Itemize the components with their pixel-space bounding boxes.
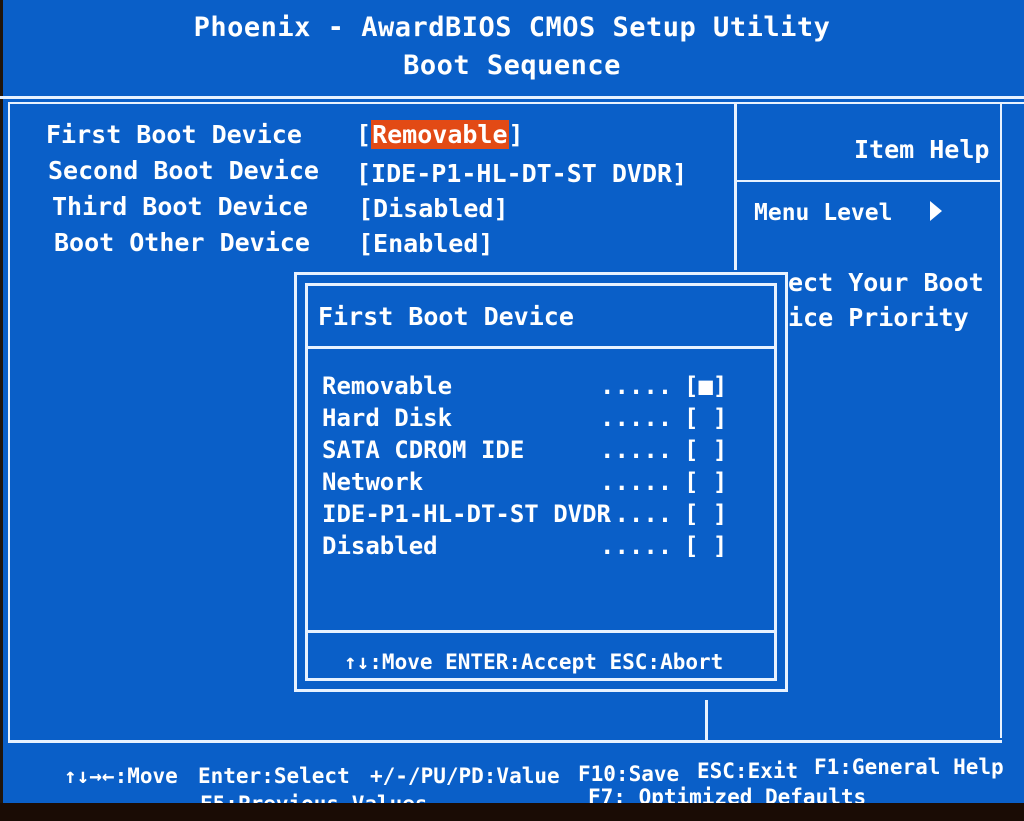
popup-title-divider <box>308 346 774 349</box>
option-sata-cdrom-ide[interactable]: SATA CDROM IDE <box>322 436 524 464</box>
help-text-line-1: ect Your Boot <box>788 268 984 297</box>
option-checkbox[interactable]: [ ] <box>684 468 727 496</box>
option-dots: ..... <box>600 468 673 496</box>
option-dots: ..... <box>600 372 673 400</box>
menu-item-third-boot-device[interactable]: Third Boot Device <box>52 192 308 221</box>
option-checkbox[interactable]: [ ] <box>684 500 727 528</box>
selected-value-highlight[interactable]: Removable <box>371 120 509 149</box>
option-dots: ..... <box>600 404 673 432</box>
page-title: Boot Sequence <box>403 50 621 81</box>
frame-bottom <box>8 740 1002 743</box>
footer-move-hint: ↑↓→←:Move <box>64 764 178 788</box>
footer-exit-hint: ESC:Exit <box>697 759 799 783</box>
footer-help-hint: F1:General Help <box>814 755 1004 779</box>
menu-item-first-boot-device[interactable]: First Boot Device <box>46 120 302 149</box>
footer-select-hint: Enter:Select <box>198 764 350 788</box>
help-divider-top <box>734 104 737 270</box>
popup-title: First Boot Device <box>318 302 574 331</box>
first-boot-device-popup: First Boot Device Removable ..... [■] Ha… <box>294 272 788 692</box>
footer-value-hint: +/-/PU/PD:Value <box>370 764 560 788</box>
frame-top <box>8 102 1024 104</box>
triangle-right-icon <box>930 201 943 221</box>
boot-other-device-value[interactable]: [Enabled] <box>358 229 493 258</box>
footer-save-hint: F10:Save <box>578 762 680 786</box>
option-hard-disk[interactable]: Hard Disk <box>322 404 452 432</box>
option-checkbox[interactable]: [■] <box>684 372 727 400</box>
help-divider-bottom <box>705 700 708 740</box>
third-boot-device-value[interactable]: [Disabled] <box>358 194 509 223</box>
option-network[interactable]: Network <box>322 468 423 496</box>
bios-title: Phoenix - AwardBIOS CMOS Setup Utility <box>193 12 831 43</box>
option-dots: ..... <box>600 436 673 464</box>
frame-right <box>1000 102 1002 738</box>
header-divider <box>0 96 1024 99</box>
option-dots: ..... <box>600 532 673 560</box>
popup-inner-frame: First Boot Device Removable ..... [■] Ha… <box>305 283 777 681</box>
option-disabled[interactable]: Disabled <box>322 532 438 560</box>
help-header-divider <box>737 180 1001 182</box>
menu-level-label: Menu Level <box>754 200 893 226</box>
menu-level: Menu Level <box>754 200 943 226</box>
option-dots: ..... <box>600 500 673 528</box>
popup-key-hints: ↑↓:Move ENTER:Accept ESC:Abort <box>344 650 724 674</box>
help-text-line-2: ice Priority <box>788 303 969 332</box>
option-checkbox[interactable]: [ ] <box>684 436 727 464</box>
option-ide-dvdr[interactable]: IDE-P1-HL-DT-ST DVDR <box>322 500 611 528</box>
option-checkbox[interactable]: [ ] <box>684 404 727 432</box>
second-boot-device-value[interactable]: [IDE-P1-HL-DT-ST DVDR] <box>356 159 687 188</box>
option-checkbox[interactable]: [ ] <box>684 532 727 560</box>
popup-footer-divider <box>308 630 774 633</box>
menu-item-second-boot-device[interactable]: Second Boot Device <box>48 156 319 185</box>
first-boot-device-value[interactable]: [Removable] <box>356 120 524 149</box>
item-help-title: Item Help <box>854 135 990 164</box>
option-removable[interactable]: Removable <box>322 372 452 400</box>
monitor-bezel-bottom <box>0 803 1024 821</box>
frame-left <box>8 102 10 742</box>
monitor-bezel-left <box>0 0 3 821</box>
menu-item-boot-other-device[interactable]: Boot Other Device <box>54 228 310 257</box>
